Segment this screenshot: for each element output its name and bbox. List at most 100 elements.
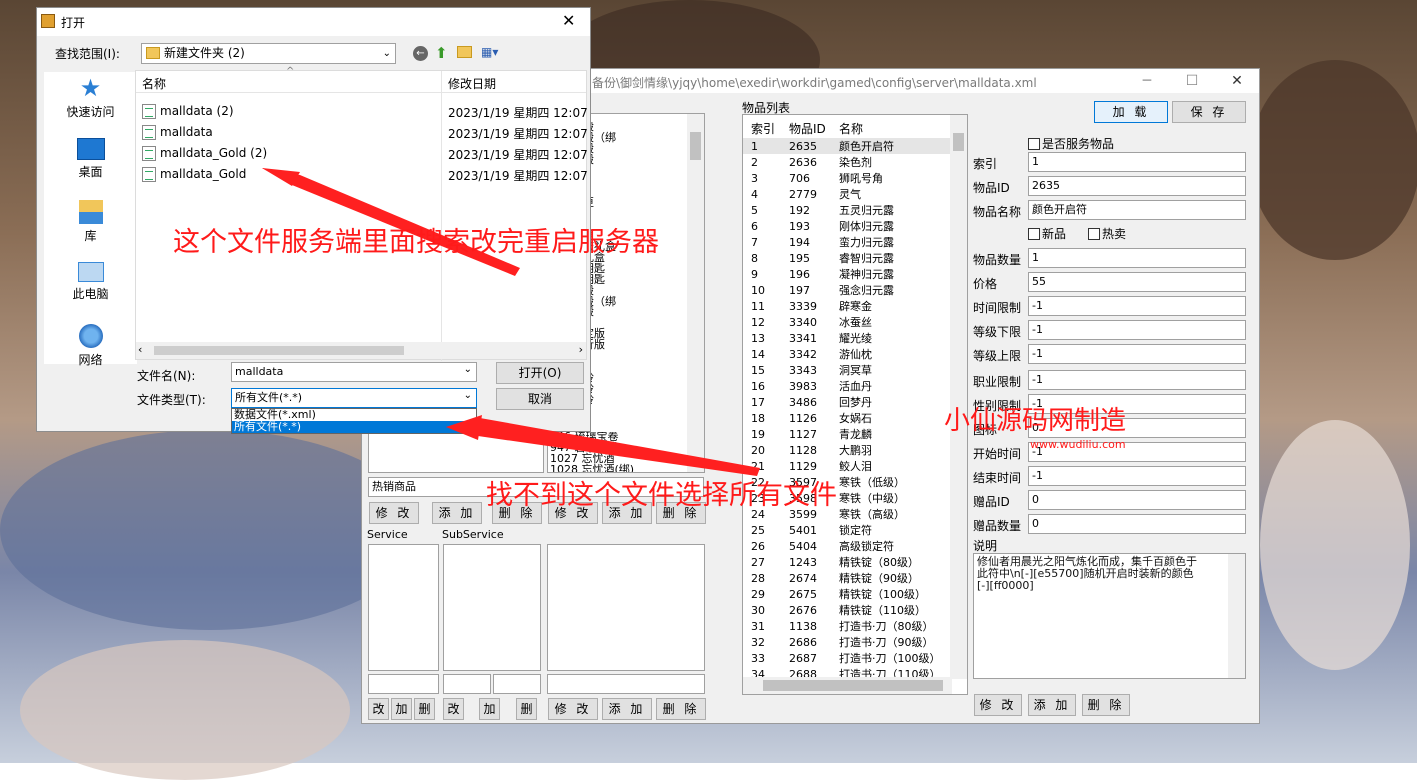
dialog-close-icon[interactable]: ✕ [562,11,575,30]
subservice-add-button[interactable]: 加 [479,698,500,720]
load-button[interactable]: 加 载 [1094,101,1168,123]
item-row[interactable]: 18 1126 女娲石 [743,410,952,426]
new-item-checkbox[interactable]: 新品 [1028,225,1066,242]
subservice-input-2[interactable] [493,674,541,694]
file-row[interactable]: malldata_Gold [142,164,246,184]
place-desktop[interactable]: 桌面 [44,138,137,180]
item-row[interactable]: 33 2687 打造书·刀（100级） [743,650,952,666]
field-input[interactable]: -1 [1028,466,1246,486]
item-row[interactable]: 20 1128 大鹏羽 [743,442,952,458]
field-input[interactable]: 1 [1028,152,1246,172]
service-item-add-button[interactable]: 添 加 [602,698,652,720]
item-row[interactable]: 3 706 狮吼号角 [743,170,952,186]
service-modify-button[interactable]: 改 [368,698,389,720]
detail-delete-button[interactable]: 删 除 [1082,694,1130,716]
field-input[interactable]: -1 [1028,320,1246,340]
item-row[interactable]: 30 2676 精铁锭（110级） [743,602,952,618]
item-row[interactable]: 4 2779 灵气 [743,186,952,202]
item-row[interactable]: 25 5401 锁定符 [743,522,952,538]
field-input[interactable]: 1 [1028,248,1246,268]
service-list[interactable] [368,544,439,671]
file-row[interactable]: malldata [142,122,213,142]
file-row[interactable]: malldata_Gold (2) [142,143,267,163]
place-libraries[interactable]: 库 [44,200,137,244]
field-input[interactable]: 2635 [1028,176,1246,196]
field-input[interactable]: 0 [1028,490,1246,510]
subservice-list[interactable] [443,544,541,671]
filetype-select[interactable]: 所有文件(*.*) ⌄ [231,388,477,408]
cancel-button[interactable]: 取消 [496,388,584,410]
service-item-delete-button[interactable]: 删 除 [656,698,706,720]
item-row[interactable]: 1 2635 颜色开启符 [743,138,952,154]
item-row[interactable]: 32 2686 打造书·刀（90级） [743,634,952,650]
item-row[interactable]: 14 3342 游仙枕 [743,346,952,362]
filename-input[interactable]: malldata ⌄ [231,362,477,382]
service-item-list[interactable] [547,544,705,671]
item-row[interactable]: 8 195 睿智归元露 [743,250,952,266]
service-add-button[interactable]: 加 [391,698,412,720]
field-input[interactable]: -1 [1028,296,1246,316]
category-list-scrollbar[interactable] [687,114,704,472]
back-icon[interactable]: ← [413,46,428,61]
item-row[interactable]: 31 1138 打造书·刀（80级） [743,618,952,634]
item-row[interactable]: 19 1127 青龙麟 [743,426,952,442]
file-list[interactable]: 名称 ^ 修改日期 malldata (2) 2023/1/19 星期四 12:0… [135,66,588,361]
field-input[interactable]: 0 [1028,514,1246,534]
detail-modify-button[interactable]: 修 改 [974,694,1022,716]
save-button[interactable]: 保 存 [1172,101,1246,123]
hot-add-button[interactable]: 添 加 [432,502,482,524]
hot-modify-button[interactable]: 修 改 [369,502,419,524]
subservice-delete-button[interactable]: 删 [516,698,537,720]
field-input[interactable]: 颜色开启符 [1028,200,1246,220]
description-scrollbar[interactable] [1228,554,1245,678]
item-row[interactable]: 17 3486 回梦丹 [743,394,952,410]
maximize-button[interactable]: ☐ [1172,71,1212,91]
item-row[interactable]: 16 3983 活血丹 [743,378,952,394]
item-row[interactable]: 26 5404 高级锁定符 [743,538,952,554]
item-row[interactable]: 9 196 凝神归元露 [743,266,952,282]
item-list-hscroll[interactable] [743,677,952,694]
field-input[interactable]: -1 [1028,344,1246,364]
item-row[interactable]: 27 1243 精铁锭（80级） [743,554,952,570]
place-quick-access[interactable]: ★ 快速访问 [44,76,137,120]
open-button[interactable]: 打开(O) [496,362,584,384]
col-itemid-header[interactable]: 物品ID [783,118,835,138]
item-row[interactable]: 21 1129 鲛人泪 [743,458,952,474]
item-row[interactable]: 6 193 刚体归元露 [743,218,952,234]
item-list-vscroll[interactable] [950,115,967,679]
scroll-left-icon[interactable]: ‹ [138,343,142,356]
hot-sale-checkbox[interactable]: 热卖 [1088,225,1126,242]
service-input[interactable] [368,674,439,694]
file-list-hscroll[interactable]: ‹ › [136,342,586,359]
item-row[interactable]: 2 2636 染色剂 [743,154,952,170]
service-delete-button[interactable]: 删 [414,698,435,720]
item-row[interactable]: 13 3341 耀光绫 [743,330,952,346]
service-item-input[interactable] [547,674,705,694]
place-this-pc[interactable]: 此电脑 [44,262,137,302]
col-index-header[interactable]: 索引 [743,118,783,138]
filetype-option-all[interactable]: 所有文件(*.*) [232,421,476,433]
scroll-right-icon[interactable]: › [579,343,583,356]
up-folder-icon[interactable]: ⬆ [435,44,448,62]
item-row[interactable]: 5 192 五灵归元露 [743,202,952,218]
item-list[interactable]: 索引 物品ID 名称 1 2635 颜色开启符 2 2636 染色剂 3 706 狮吼号角 4 27… [742,114,968,695]
item-row[interactable]: 11 3339 辟寒金 [743,298,952,314]
col-name-header[interactable]: 名称 [835,118,952,138]
item-row[interactable]: 7 194 蛮力归元露 [743,234,952,250]
place-network[interactable]: 网络 [44,324,137,368]
item-row[interactable]: 28 2674 精铁锭（90级） [743,570,952,586]
field-input[interactable]: -1 [1028,370,1246,390]
item-row[interactable]: 29 2675 精铁锭（100级） [743,586,952,602]
detail-add-button[interactable]: 添 加 [1028,694,1076,716]
item-row[interactable]: 15 3343 洞冥草 [743,362,952,378]
field-input[interactable]: 55 [1028,272,1246,292]
item-row[interactable]: 10 197 强念归元露 [743,282,952,298]
file-row[interactable]: malldata (2) [142,101,234,121]
new-folder-icon[interactable] [457,46,472,58]
col-date[interactable]: 修改日期 [448,75,496,92]
minimize-button[interactable]: ─ [1127,71,1167,91]
view-menu-icon[interactable]: ▦▾ [481,45,503,59]
server-item-checkbox[interactable]: 是否服务物品 [1028,135,1114,152]
service-item-modify-button[interactable]: 修 改 [548,698,598,720]
col-name[interactable]: 名称 [142,75,166,92]
